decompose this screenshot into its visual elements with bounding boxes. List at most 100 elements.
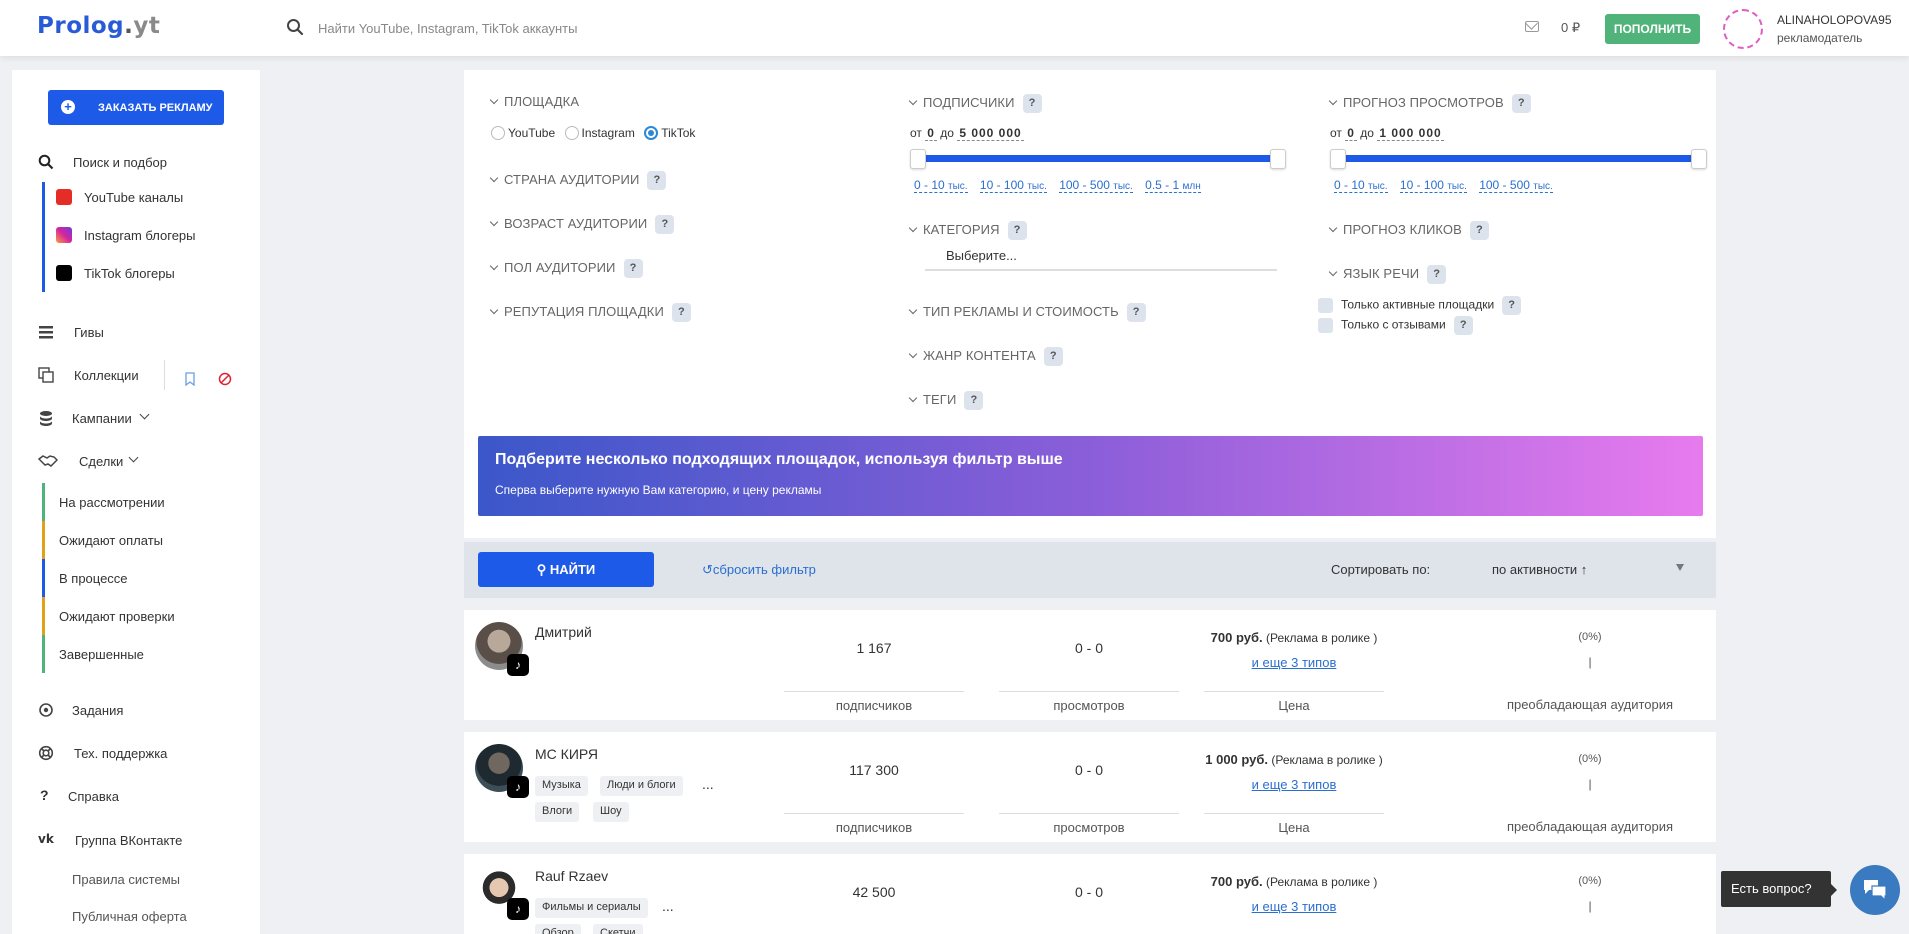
search-input[interactable] [318, 14, 818, 42]
radio-youtube[interactable] [491, 125, 505, 140]
help-icon[interactable]: ? [671, 303, 691, 322]
deal-state-review[interactable]: На рассмотрении [42, 483, 252, 521]
help-icon[interactable]: ? [1022, 94, 1042, 113]
preset-link[interactable]: 10 - 100 тыс. [1399, 178, 1467, 193]
only-reviews-checkbox[interactable] [1318, 318, 1333, 333]
slider-handle-max[interactable] [1270, 149, 1286, 169]
help-icon[interactable]: ? [1453, 316, 1473, 335]
chat-button[interactable] [1850, 865, 1900, 915]
views-to-input[interactable]: 1 000 000 [1377, 126, 1444, 141]
result-card[interactable]: ♪ MC КИРЯ Музыка Люди и блоги ... Влоги … [464, 732, 1716, 842]
reset-filter-link[interactable]: ↺сбросить фильтр [702, 562, 816, 578]
preset-link[interactable]: 100 - 500 тыс. [1479, 178, 1553, 193]
block-icon[interactable] [218, 372, 232, 386]
subscribers-from-input[interactable]: 0 [925, 126, 937, 141]
chat-question-tooltip[interactable]: Есть вопрос? [1721, 871, 1837, 907]
views-from-input[interactable]: 0 [1345, 126, 1357, 141]
mail-icon[interactable] [1525, 21, 1539, 32]
help-icon[interactable]: ? [647, 171, 667, 190]
more-tags[interactable]: ... [702, 776, 714, 792]
filter-genre[interactable]: ЖАНР КОНТЕНТА? [908, 347, 1063, 366]
find-button[interactable]: ⚲ НАЙТИ [478, 552, 654, 587]
help-icon[interactable]: ? [1469, 221, 1489, 240]
preset-link[interactable]: 100 - 500 тыс. [1059, 178, 1133, 193]
sidebar-item-deals[interactable]: Сделки [12, 449, 260, 475]
filter-subscribers[interactable]: ПОДПИСЧИКИ? [908, 94, 1042, 113]
filter-views[interactable]: ПРОГНОЗ ПРОСМОТРОВ? [1328, 94, 1531, 113]
preset-link[interactable]: 0 - 10 тыс. [1334, 178, 1388, 193]
help-icon[interactable]: ? [964, 391, 984, 410]
tag[interactable]: Скетчи [593, 924, 643, 934]
rules-link[interactable]: Правила системы [72, 872, 180, 887]
filter-country[interactable]: СТРАНА АУДИТОРИИ? [489, 171, 667, 190]
sidebar-item-tasks[interactable]: Задания [12, 698, 260, 724]
filter-category[interactable]: КАТЕГОРИЯ? [908, 221, 1027, 240]
views-slider[interactable] [1338, 155, 1700, 162]
filter-reputation[interactable]: РЕПУТАЦИЯ ПЛОЩАДКИ? [489, 303, 691, 322]
help-icon[interactable]: ? [1511, 94, 1531, 113]
filter-ad-type[interactable]: ТИП РЕКЛАМЫ И СТОИМОСТЬ? [908, 303, 1146, 322]
more-types-link[interactable]: и еще 3 типов [1204, 899, 1384, 914]
filter-language[interactable]: ЯЗЫК РЕЧИ? [1328, 265, 1447, 284]
filter-tags[interactable]: ТЕГИ? [908, 391, 984, 410]
radio-tiktok[interactable] [644, 125, 659, 140]
deal-state-awaiting-payment[interactable]: Ожидают оплаты [42, 521, 252, 559]
tag[interactable]: Влоги [535, 802, 580, 822]
slider-handle-min[interactable] [1330, 149, 1346, 169]
filter-platform[interactable]: ПЛОЩАДКА [489, 94, 579, 109]
offer-link[interactable]: Публичная оферта [72, 909, 187, 924]
sidebar-item-giveaways[interactable]: Гивы [12, 320, 260, 346]
sidebar-item-support[interactable]: Тех. поддержка [12, 741, 260, 767]
preset-link[interactable]: 10 - 100 тыс. [979, 178, 1047, 193]
sidebar-item-instagram[interactable]: Instagram блогеры [42, 220, 252, 258]
help-icon[interactable]: ? [1502, 296, 1522, 315]
sidebar-item-tiktok[interactable]: TikTok блогеры [42, 258, 252, 292]
slider-handle-max[interactable] [1691, 149, 1707, 169]
deal-state-in-progress[interactable]: В процессе [42, 559, 252, 597]
result-card[interactable]: ♪ Rauf Rzaev Фильмы и сериалы ... Обзор … [464, 854, 1716, 934]
tag[interactable]: Музыка [535, 776, 588, 796]
deal-state-awaiting-check[interactable]: Ожидают проверки [42, 597, 252, 635]
subscribers-slider[interactable] [918, 155, 1279, 162]
blogger-name[interactable]: MC КИРЯ [535, 746, 598, 762]
result-card[interactable]: ♪ Дмитрий 1 167 подписчиков 0 - 0 просмо… [464, 610, 1716, 720]
sidebar-item-youtube[interactable]: YouTube каналы [42, 182, 252, 220]
more-types-link[interactable]: и еще 3 типов [1204, 655, 1384, 670]
sidebar-item-help[interactable]: ? Справка [12, 784, 260, 810]
filter-age[interactable]: ВОЗРАСТ АУДИТОРИИ? [489, 215, 675, 234]
bookmark-icon[interactable] [184, 372, 196, 386]
logo[interactable]: Prolog.yt [37, 13, 160, 39]
sidebar-item-vk[interactable]: vk Группа ВКонтакте [12, 828, 260, 854]
more-tags[interactable]: ... [662, 898, 674, 914]
category-select[interactable]: Выберите... [925, 245, 1277, 271]
blogger-name[interactable]: Дмитрий [535, 624, 592, 640]
tag[interactable]: Обзор [535, 924, 581, 934]
user-name[interactable]: ALINAHOLOPOVA95 [1777, 13, 1892, 27]
radio-instagram[interactable] [564, 125, 579, 140]
blogger-name[interactable]: Rauf Rzaev [535, 868, 608, 884]
help-icon[interactable]: ? [1427, 265, 1447, 284]
filter-clicks[interactable]: ПРОГНОЗ КЛИКОВ? [1328, 221, 1489, 240]
sidebar-item-campaigns[interactable]: Кампании [12, 406, 260, 432]
help-icon[interactable]: ? [655, 215, 675, 234]
sort-select[interactable]: по активности ↑ [1492, 562, 1587, 577]
help-icon[interactable]: ? [1007, 221, 1027, 240]
more-types-link[interactable]: и еще 3 типов [1204, 777, 1384, 792]
help-icon[interactable]: ? [623, 259, 643, 278]
order-ad-button[interactable]: + ЗАКАЗАТЬ РЕКЛАМУ [48, 90, 224, 125]
preset-link[interactable]: 0 - 10 тыс. [914, 178, 968, 193]
caret-down-icon[interactable] [1676, 564, 1684, 571]
tag[interactable]: Фильмы и сериалы [535, 898, 648, 918]
tag[interactable]: Шоу [593, 802, 629, 822]
only-active-checkbox[interactable] [1318, 298, 1333, 313]
filter-gender[interactable]: ПОЛ АУДИТОРИИ? [489, 259, 643, 278]
help-icon[interactable]: ? [1043, 347, 1063, 366]
topup-button[interactable]: ПОПОЛНИТЬ [1605, 14, 1700, 44]
subscribers-to-input[interactable]: 5 000 000 [957, 126, 1024, 141]
slider-handle-min[interactable] [910, 149, 926, 169]
help-icon[interactable]: ? [1126, 303, 1146, 322]
sidebar-item-search[interactable]: Поиск и подбор [12, 150, 260, 176]
preset-link[interactable]: 0.5 - 1 млн [1145, 178, 1201, 193]
deal-state-completed[interactable]: Завершенные [42, 635, 252, 673]
avatar[interactable] [1723, 9, 1763, 49]
